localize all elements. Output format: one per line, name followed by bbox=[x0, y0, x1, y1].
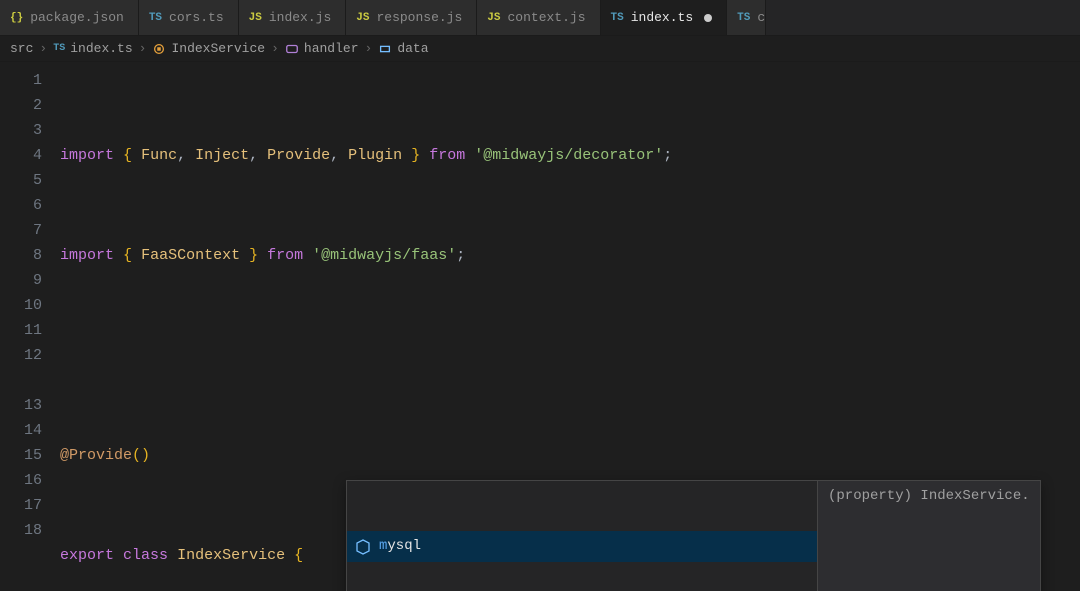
tab-label: cors.ts bbox=[169, 10, 224, 25]
breadcrumb-item[interactable]: TS index.ts bbox=[53, 41, 132, 56]
tab-label: context.js bbox=[508, 10, 586, 25]
line-number: 18 bbox=[0, 518, 42, 543]
line-number bbox=[0, 368, 42, 393]
line-number: 1 bbox=[0, 68, 42, 93]
line-number: 10 bbox=[0, 293, 42, 318]
ts-icon: TS bbox=[737, 12, 750, 24]
field-icon bbox=[355, 539, 371, 555]
chevron-right-icon: › bbox=[139, 41, 147, 56]
tab-label: package.json bbox=[30, 10, 124, 25]
line-number: 8 bbox=[0, 243, 42, 268]
breadcrumb-label: index.ts bbox=[70, 41, 132, 56]
tab-overflow[interactable]: TS c bbox=[727, 0, 766, 35]
breadcrumb[interactable]: src › TS index.ts › IndexService › handl… bbox=[0, 36, 1080, 62]
breadcrumb-item[interactable]: handler bbox=[285, 41, 359, 56]
autocomplete-label: mysql bbox=[379, 534, 421, 559]
breadcrumb-item[interactable]: data bbox=[378, 41, 428, 56]
line-number: 2 bbox=[0, 93, 42, 118]
tab-package-json[interactable]: {} package.json bbox=[0, 0, 139, 35]
line-number: 15 bbox=[0, 443, 42, 468]
tab-label: c bbox=[757, 10, 765, 25]
tab-label: index.js bbox=[269, 10, 331, 25]
js-icon: JS bbox=[249, 12, 262, 24]
line-number: 13 bbox=[0, 393, 42, 418]
line-number: 17 bbox=[0, 493, 42, 518]
tabs-bar: {} package.json TS cors.ts JS index.js J… bbox=[0, 0, 1080, 36]
method-icon bbox=[285, 42, 299, 56]
tab-index-ts[interactable]: TS index.ts bbox=[601, 0, 728, 35]
tab-label: index.ts bbox=[631, 10, 693, 25]
chevron-right-icon: › bbox=[271, 41, 279, 56]
line-number: 16 bbox=[0, 468, 42, 493]
line-number: 3 bbox=[0, 118, 42, 143]
line-number: 12 bbox=[0, 343, 42, 368]
class-icon bbox=[152, 42, 166, 56]
js-icon: JS bbox=[487, 12, 500, 24]
tab-label: response.js bbox=[376, 10, 462, 25]
line-number-gutter: 1 2 3 4 5 6 7 8 9 10 11 12 13 14 15 16 1… bbox=[0, 62, 60, 591]
json-icon: {} bbox=[10, 12, 23, 24]
ts-icon: TS bbox=[53, 43, 65, 54]
line-number: 14 bbox=[0, 418, 42, 443]
line-number: 11 bbox=[0, 318, 42, 343]
line-number: 4 bbox=[0, 143, 42, 168]
breadcrumb-label: data bbox=[397, 41, 428, 56]
line-number: 7 bbox=[0, 218, 42, 243]
tab-context-js[interactable]: JS context.js bbox=[477, 0, 600, 35]
line-number: 9 bbox=[0, 268, 42, 293]
breadcrumb-label: src bbox=[10, 41, 33, 56]
line-number: 5 bbox=[0, 168, 42, 193]
ts-icon: TS bbox=[611, 12, 624, 24]
autocomplete-item[interactable]: mysql bbox=[347, 531, 817, 562]
ts-icon: TS bbox=[149, 12, 162, 24]
code-editor[interactable]: 1 2 3 4 5 6 7 8 9 10 11 12 13 14 15 16 1… bbox=[0, 62, 1080, 591]
breadcrumb-label: IndexService bbox=[171, 41, 265, 56]
breadcrumb-item[interactable]: src bbox=[10, 41, 33, 56]
chevron-right-icon: › bbox=[39, 41, 47, 56]
variable-icon bbox=[378, 42, 392, 56]
breadcrumb-item[interactable]: IndexService bbox=[152, 41, 265, 56]
tab-cors-ts[interactable]: TS cors.ts bbox=[139, 0, 239, 35]
js-icon: JS bbox=[356, 12, 369, 24]
code-content[interactable]: import { Func, Inject, Provide, Plugin }… bbox=[60, 62, 1080, 591]
autocomplete-popup[interactable]: mysql (property) IndexService. bbox=[346, 480, 1041, 591]
autocomplete-detail: (property) IndexService. bbox=[817, 481, 1040, 591]
tab-response-js[interactable]: JS response.js bbox=[346, 0, 477, 35]
autocomplete-list: mysql bbox=[347, 481, 817, 591]
tab-index-js[interactable]: JS index.js bbox=[239, 0, 347, 35]
line-number: 6 bbox=[0, 193, 42, 218]
dirty-indicator-icon bbox=[704, 14, 712, 22]
breadcrumb-label: handler bbox=[304, 41, 359, 56]
chevron-right-icon: › bbox=[365, 41, 373, 56]
